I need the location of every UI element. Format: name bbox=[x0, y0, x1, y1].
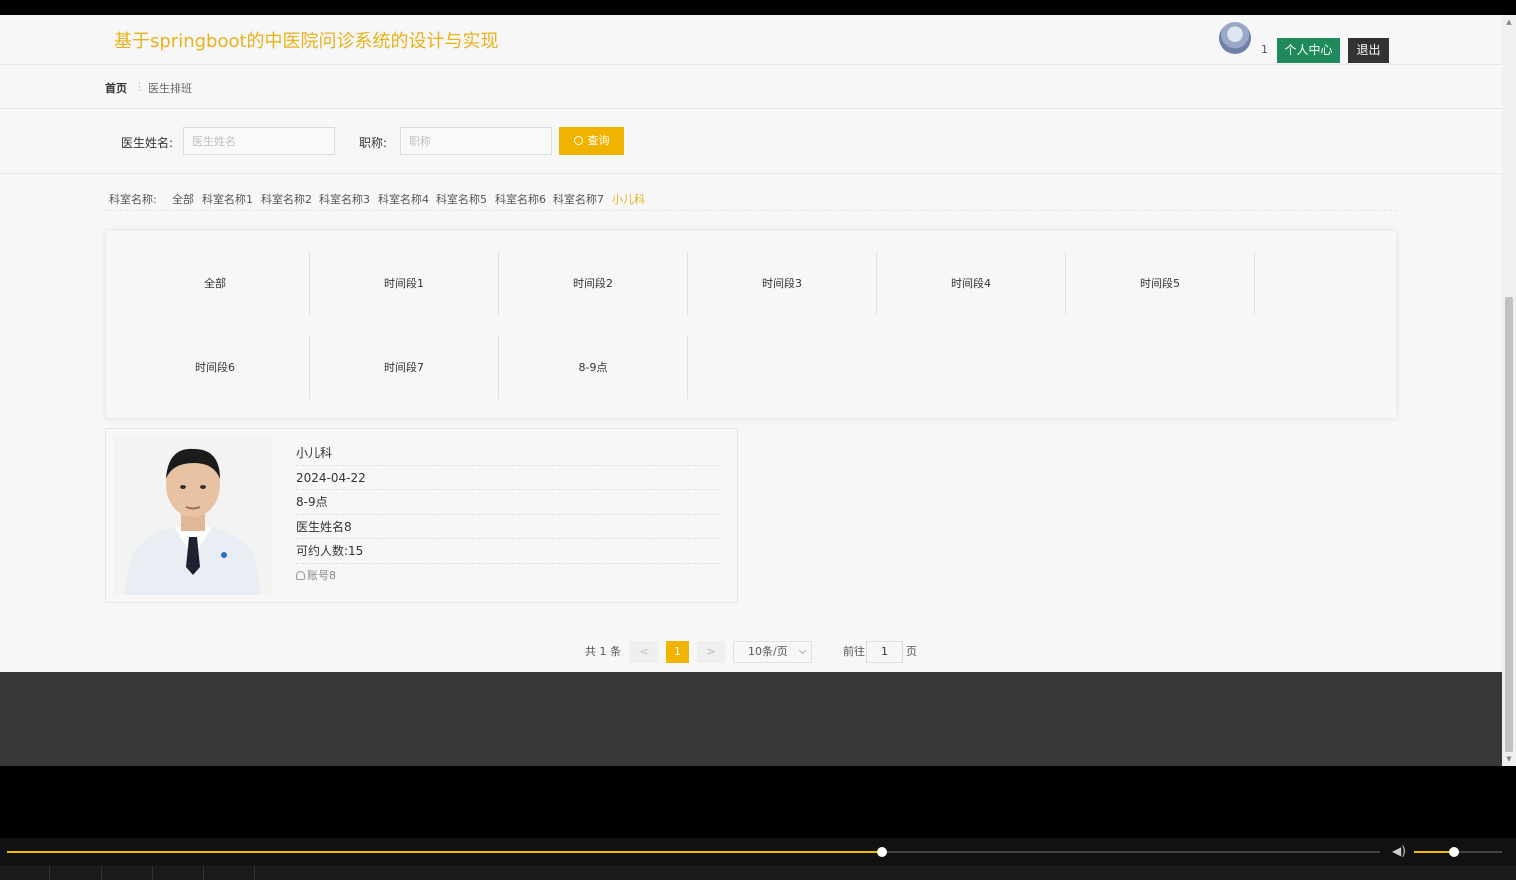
progress-slider[interactable] bbox=[7, 847, 1380, 857]
schedule-card[interactable]: 小儿科 2024-04-22 8-9点 医生姓名8 可约人数:15 账号8 bbox=[105, 428, 738, 603]
user-icon bbox=[296, 570, 305, 580]
schedule-doctor-name: 医生姓名8 bbox=[296, 515, 721, 539]
schedule-capacity: 可约人数:15 bbox=[296, 539, 721, 564]
personal-center-button[interactable]: 个人中心 bbox=[1277, 38, 1340, 63]
time-slot-item[interactable]: 时间段5 bbox=[1066, 252, 1255, 315]
time-slot-item[interactable]: 时间段4 bbox=[877, 252, 1066, 315]
schedule-department: 小儿科 bbox=[296, 441, 721, 466]
screen: 基于springboot的中医院问诊系统的设计与实现 1 个人中心 退出 首页 … bbox=[0, 0, 1516, 880]
scroll-up-icon[interactable]: ▲ bbox=[1502, 15, 1516, 29]
progress-handle[interactable] bbox=[876, 847, 887, 857]
schedule-account: 账号8 bbox=[296, 564, 721, 589]
site-header: 基于springboot的中医院问诊系统的设计与实现 1 个人中心 退出 bbox=[0, 15, 1502, 65]
time-slot-item[interactable]: 时间段6 bbox=[121, 336, 310, 399]
time-slot-item[interactable]: 时间段7 bbox=[310, 336, 499, 399]
department-item[interactable]: 科室名称3 bbox=[319, 191, 370, 207]
department-item[interactable]: 全部 bbox=[172, 191, 194, 207]
doctor-name-label: 医生姓名: bbox=[121, 136, 174, 150]
time-slot-item[interactable]: 8-9点 bbox=[499, 336, 688, 399]
progress-fill bbox=[7, 851, 882, 853]
page-suffix: 页 bbox=[906, 645, 917, 658]
department-item[interactable]: 科室名称1 bbox=[202, 191, 253, 207]
title-label: 职称: bbox=[359, 136, 388, 150]
next-page-button[interactable]: > bbox=[697, 641, 725, 663]
department-item[interactable]: 科室名称7 bbox=[553, 191, 604, 207]
taskbar bbox=[0, 866, 1516, 880]
breadcrumb: 首页 ⋮ 医生排班 bbox=[0, 65, 1502, 109]
doctor-portrait-image bbox=[114, 437, 272, 595]
chevron-down-icon bbox=[798, 646, 807, 655]
breadcrumb-separator: ⋮ bbox=[134, 80, 145, 93]
search-icon bbox=[573, 136, 583, 145]
volume-handle[interactable] bbox=[1448, 847, 1459, 857]
schedule-info: 小儿科 2024-04-22 8-9点 医生姓名8 可约人数:15 账号8 bbox=[296, 441, 721, 588]
breadcrumb-home[interactable]: 首页 bbox=[105, 80, 127, 96]
page-size-select[interactable]: 10条/页 bbox=[733, 641, 812, 663]
username: 1 bbox=[1261, 43, 1268, 56]
department-filter: 科室名称: 全部 科室名称1 科室名称2 科室名称3 科室名称4 科室名称5 科… bbox=[105, 187, 1397, 211]
query-button-label: 查询 bbox=[587, 134, 610, 147]
volume-icon[interactable]: ◀) bbox=[1392, 844, 1406, 858]
schedule-account-text: 账号8 bbox=[307, 568, 336, 582]
doctor-name-input[interactable] bbox=[183, 127, 335, 155]
department-item[interactable]: 科室名称6 bbox=[495, 191, 546, 207]
scrollbar-thumb[interactable] bbox=[1505, 297, 1513, 752]
schedule-date: 2024-04-22 bbox=[296, 466, 721, 490]
time-slot-item[interactable]: 时间段1 bbox=[310, 252, 499, 315]
query-button[interactable]: 查询 bbox=[559, 127, 624, 155]
volume-fill bbox=[1414, 851, 1454, 853]
department-item[interactable]: 科室名称4 bbox=[378, 191, 429, 207]
time-slot-item[interactable]: 时间段2 bbox=[499, 252, 688, 315]
site-footer bbox=[0, 672, 1502, 766]
breadcrumb-current: 医生排班 bbox=[148, 82, 192, 95]
goto-page-input[interactable]: 1 bbox=[866, 641, 903, 663]
user-avatar[interactable] bbox=[1219, 22, 1251, 54]
logout-button[interactable]: 退出 bbox=[1348, 38, 1389, 63]
department-item[interactable]: 科室名称5 bbox=[436, 191, 487, 207]
page-size-value: 10条/页 bbox=[748, 645, 788, 658]
goto-label: 前往 bbox=[843, 645, 865, 658]
time-slot-panel: 全部 时间段1 时间段2 时间段3 时间段4 时间段5 时间段6 时间段7 8-… bbox=[105, 230, 1397, 419]
title-input[interactable] bbox=[400, 127, 552, 155]
department-item-active[interactable]: 小儿科 bbox=[612, 191, 645, 207]
volume-slider[interactable] bbox=[1414, 847, 1502, 857]
page-scrollbar[interactable]: ▲ ▼ bbox=[1502, 15, 1516, 766]
department-filter-label: 科室名称: bbox=[109, 193, 157, 206]
current-page-button[interactable]: 1 bbox=[666, 641, 689, 663]
prev-page-button[interactable]: < bbox=[630, 641, 658, 663]
time-slot-item[interactable]: 时间段3 bbox=[688, 252, 877, 315]
department-item[interactable]: 科室名称2 bbox=[261, 191, 312, 207]
pagination-total: 共 1 条 bbox=[585, 645, 621, 658]
time-slot-item[interactable]: 全部 bbox=[121, 252, 310, 315]
site-title[interactable]: 基于springboot的中医院问诊系统的设计与实现 bbox=[114, 27, 499, 53]
scroll-down-icon[interactable]: ▼ bbox=[1502, 752, 1516, 766]
doctor-photo[interactable] bbox=[114, 437, 272, 595]
search-bar: 医生姓名: 职称: 查询 bbox=[0, 109, 1502, 174]
browser-viewport: 基于springboot的中医院问诊系统的设计与实现 1 个人中心 退出 首页 … bbox=[0, 15, 1502, 766]
schedule-time-slot: 8-9点 bbox=[296, 490, 721, 515]
